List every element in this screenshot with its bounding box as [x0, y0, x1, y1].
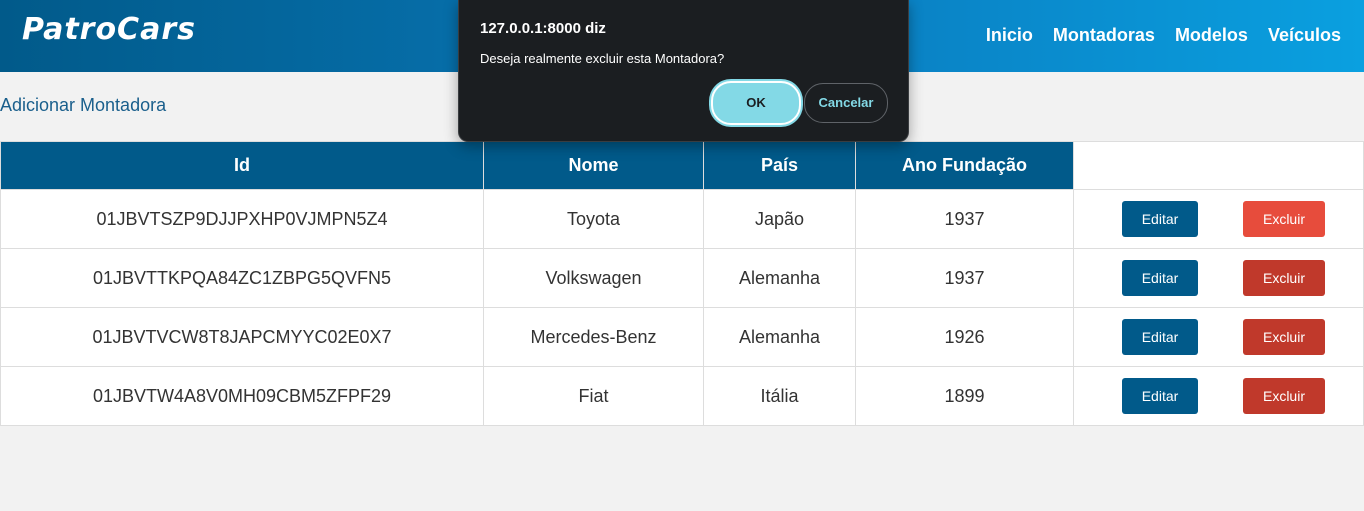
cell-id: 01JBVTVCW8T8JAPCMYYC02E0X7	[0, 307, 484, 367]
table-row: 01JBVTVCW8T8JAPCMYYC02E0X7 Mercedes-Benz…	[0, 307, 1364, 367]
ok-button[interactable]: OK	[711, 81, 801, 125]
cell-actions: Editar Excluir	[1073, 189, 1364, 249]
table-header-row: Id Nome País Ano Fundação	[0, 141, 1364, 190]
cell-actions: Editar Excluir	[1073, 307, 1364, 367]
delete-button[interactable]: Excluir	[1243, 260, 1325, 296]
nav-veiculos[interactable]: Veículos	[1268, 25, 1341, 46]
header-id: Id	[0, 141, 484, 190]
header-actions	[1073, 141, 1364, 190]
cell-pais: Itália	[703, 366, 856, 426]
cell-pais: Alemanha	[703, 307, 856, 367]
header-ano-fundacao: Ano Fundação	[855, 141, 1074, 190]
site-logo[interactable]: PatroCars	[22, 12, 196, 47]
cell-nome: Mercedes-Benz	[483, 307, 704, 367]
nav-montadoras[interactable]: Montadoras	[1053, 25, 1155, 46]
cell-id: 01JBVTW4A8V0MH09CBM5ZFPF29	[0, 366, 484, 426]
edit-button[interactable]: Editar	[1122, 201, 1198, 237]
header-nome: Nome	[483, 141, 704, 190]
header-pais: País	[703, 141, 856, 190]
montadoras-table: Id Nome País Ano Fundação 01JBVTSZP9DJJP…	[0, 141, 1364, 426]
table-row: 01JBVTSZP9DJJPXHP0VJMPN5Z4 Toyota Japão …	[0, 189, 1364, 249]
delete-button[interactable]: Excluir	[1243, 201, 1325, 237]
main-nav: Inicio Montadoras Modelos Veículos	[986, 25, 1341, 46]
cell-actions: Editar Excluir	[1073, 366, 1364, 426]
cell-ano: 1937	[855, 248, 1074, 308]
table-row: 01JBVTTKPQA84ZC1ZBPG5QVFN5 Volkswagen Al…	[0, 248, 1364, 308]
cell-nome: Volkswagen	[483, 248, 704, 308]
cell-nome: Toyota	[483, 189, 704, 249]
dialog-message: Deseja realmente excluir esta Montadora?	[480, 51, 725, 66]
cell-ano: 1926	[855, 307, 1074, 367]
nav-modelos[interactable]: Modelos	[1175, 25, 1248, 46]
edit-button[interactable]: Editar	[1122, 319, 1198, 355]
cell-id: 01JBVTSZP9DJJPXHP0VJMPN5Z4	[0, 189, 484, 249]
cell-ano: 1899	[855, 366, 1074, 426]
table-row: 01JBVTW4A8V0MH09CBM5ZFPF29 Fiat Itália 1…	[0, 366, 1364, 426]
cell-nome: Fiat	[483, 366, 704, 426]
confirm-dialog: 127.0.0.1:8000 diz Deseja realmente excl…	[458, 0, 909, 142]
cell-actions: Editar Excluir	[1073, 248, 1364, 308]
delete-button[interactable]: Excluir	[1243, 319, 1325, 355]
edit-button[interactable]: Editar	[1122, 260, 1198, 296]
add-montadora-link[interactable]: Adicionar Montadora	[0, 95, 166, 116]
delete-button[interactable]: Excluir	[1243, 378, 1325, 414]
dialog-title: 127.0.0.1:8000 diz	[480, 20, 606, 37]
cancel-button[interactable]: Cancelar	[804, 83, 888, 123]
edit-button[interactable]: Editar	[1122, 378, 1198, 414]
cell-pais: Japão	[703, 189, 856, 249]
cell-id: 01JBVTTKPQA84ZC1ZBPG5QVFN5	[0, 248, 484, 308]
cell-pais: Alemanha	[703, 248, 856, 308]
nav-inicio[interactable]: Inicio	[986, 25, 1033, 46]
cell-ano: 1937	[855, 189, 1074, 249]
